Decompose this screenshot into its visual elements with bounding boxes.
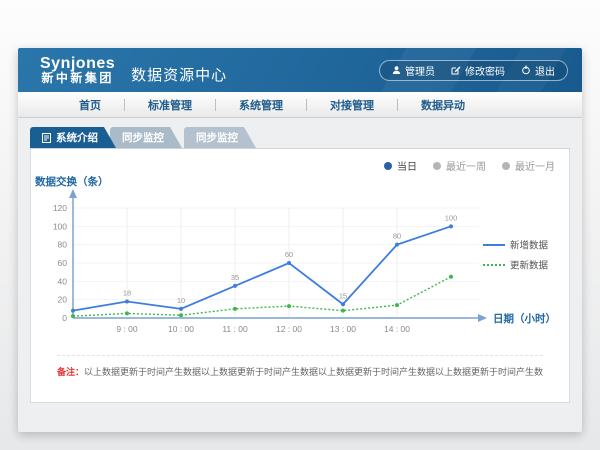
tab-system-intro[interactable]: 系统介绍 [30,127,116,148]
filter-last-month[interactable]: 最近一月 [502,158,555,173]
user-button[interactable]: 管理员 [392,63,435,78]
logo-text-cn: 新中新集团 [40,72,115,85]
change-password-label: 修改密码 [465,63,505,78]
radio-icon [502,162,510,170]
page-background: Synjones 新中新集团 数据资源中心 管理员 修改密码 [0,0,600,450]
svg-text:13 : 00: 13 : 00 [330,324,356,334]
svg-text:120: 120 [53,203,67,213]
svg-text:40: 40 [58,276,68,286]
footnote: 备注：以上数据更新于时间产生数据以上数据更新于时间产生数据以上数据更新于时间产生… [57,355,543,378]
header-user-actions: 管理员 修改密码 退出 [379,60,568,81]
svg-text:10 : 00: 10 : 00 [168,324,194,334]
chart-filters: 当日 最近一周 最近一月 [384,158,555,173]
svg-text:11 : 00: 11 : 00 [222,324,248,334]
content-card: 当日 最近一周 最近一月 0 20 40 60 80 100 120 9 : 00 10 : 0… [30,148,570,403]
svg-text:60: 60 [58,258,68,268]
filter-label: 最近一周 [446,158,486,173]
document-icon [42,133,51,143]
filter-last-week[interactable]: 最近一周 [433,158,486,173]
logo-text-en: Synjones [40,55,115,73]
svg-text:新增数据: 新增数据 [510,240,549,252]
svg-text:14 : 00: 14 : 00 [384,324,410,334]
svg-text:日期（小时）: 日期（小时） [493,312,556,325]
svg-text:10: 10 [177,296,185,305]
user-icon [392,65,401,75]
svg-text:20: 20 [58,295,68,305]
filter-label: 最近一月 [515,158,555,173]
company-logo: Synjones 新中新集团 [40,55,115,86]
svg-text:数据交换（条）: 数据交换（条） [34,175,109,188]
svg-text:100: 100 [445,213,458,222]
filter-label: 当日 [397,158,417,173]
nav-item-system-mgmt[interactable]: 系统管理 [216,97,306,113]
tab-sync-monitor-2[interactable]: 同步监控 [184,127,256,148]
page-title: 数据资源中心 [131,64,227,85]
nav-item-data-change[interactable]: 数据异动 [398,97,488,113]
footnote-text: 以上数据更新于时间产生数据以上数据更新于时间产生数据以上数据更新于时间产生数据以… [84,367,543,377]
radio-selected-icon [384,162,392,170]
svg-text:80: 80 [393,232,401,241]
main-nav: 首页 标准管理 系统管理 对接管理 数据异动 [18,92,582,118]
svg-text:100: 100 [53,221,67,231]
svg-text:18: 18 [123,289,131,298]
header-bar: Synjones 新中新集团 数据资源中心 管理员 修改密码 [18,48,582,92]
svg-text:0: 0 [62,313,67,323]
svg-text:9 : 00: 9 : 00 [116,324,138,334]
logout-button[interactable]: 退出 [521,63,555,78]
nav-item-interface-mgmt[interactable]: 对接管理 [307,97,397,113]
logout-label: 退出 [535,63,555,78]
filter-today[interactable]: 当日 [384,158,417,173]
footnote-label: 备注： [57,367,84,377]
svg-text:35: 35 [231,273,239,282]
app-window: Synjones 新中新集团 数据资源中心 管理员 修改密码 [18,48,582,432]
power-icon [521,65,531,75]
svg-text:15: 15 [339,291,347,300]
svg-text:80: 80 [58,240,68,250]
change-password-button[interactable]: 修改密码 [451,63,505,78]
tab-sync-monitor-1[interactable]: 同步监控 [110,127,182,148]
tab-label: 同步监控 [196,130,238,145]
tab-label: 同步监控 [122,130,164,145]
tab-bar: 系统介绍 同步监控 同步监控 [30,127,582,148]
nav-item-standard-mgmt[interactable]: 标准管理 [125,97,215,113]
user-label: 管理员 [405,63,435,78]
edit-icon [451,65,461,75]
data-exchange-chart: 0 20 40 60 80 100 120 9 : 00 10 : 00 11 : 00 12 : … [31,173,571,353]
svg-text:60: 60 [285,250,293,259]
radio-icon [433,162,441,170]
svg-text:更新数据: 更新数据 [510,260,549,272]
nav-item-home[interactable]: 首页 [56,97,124,113]
svg-text:12 : 00: 12 : 00 [276,324,302,334]
tab-label: 系统介绍 [56,130,98,145]
